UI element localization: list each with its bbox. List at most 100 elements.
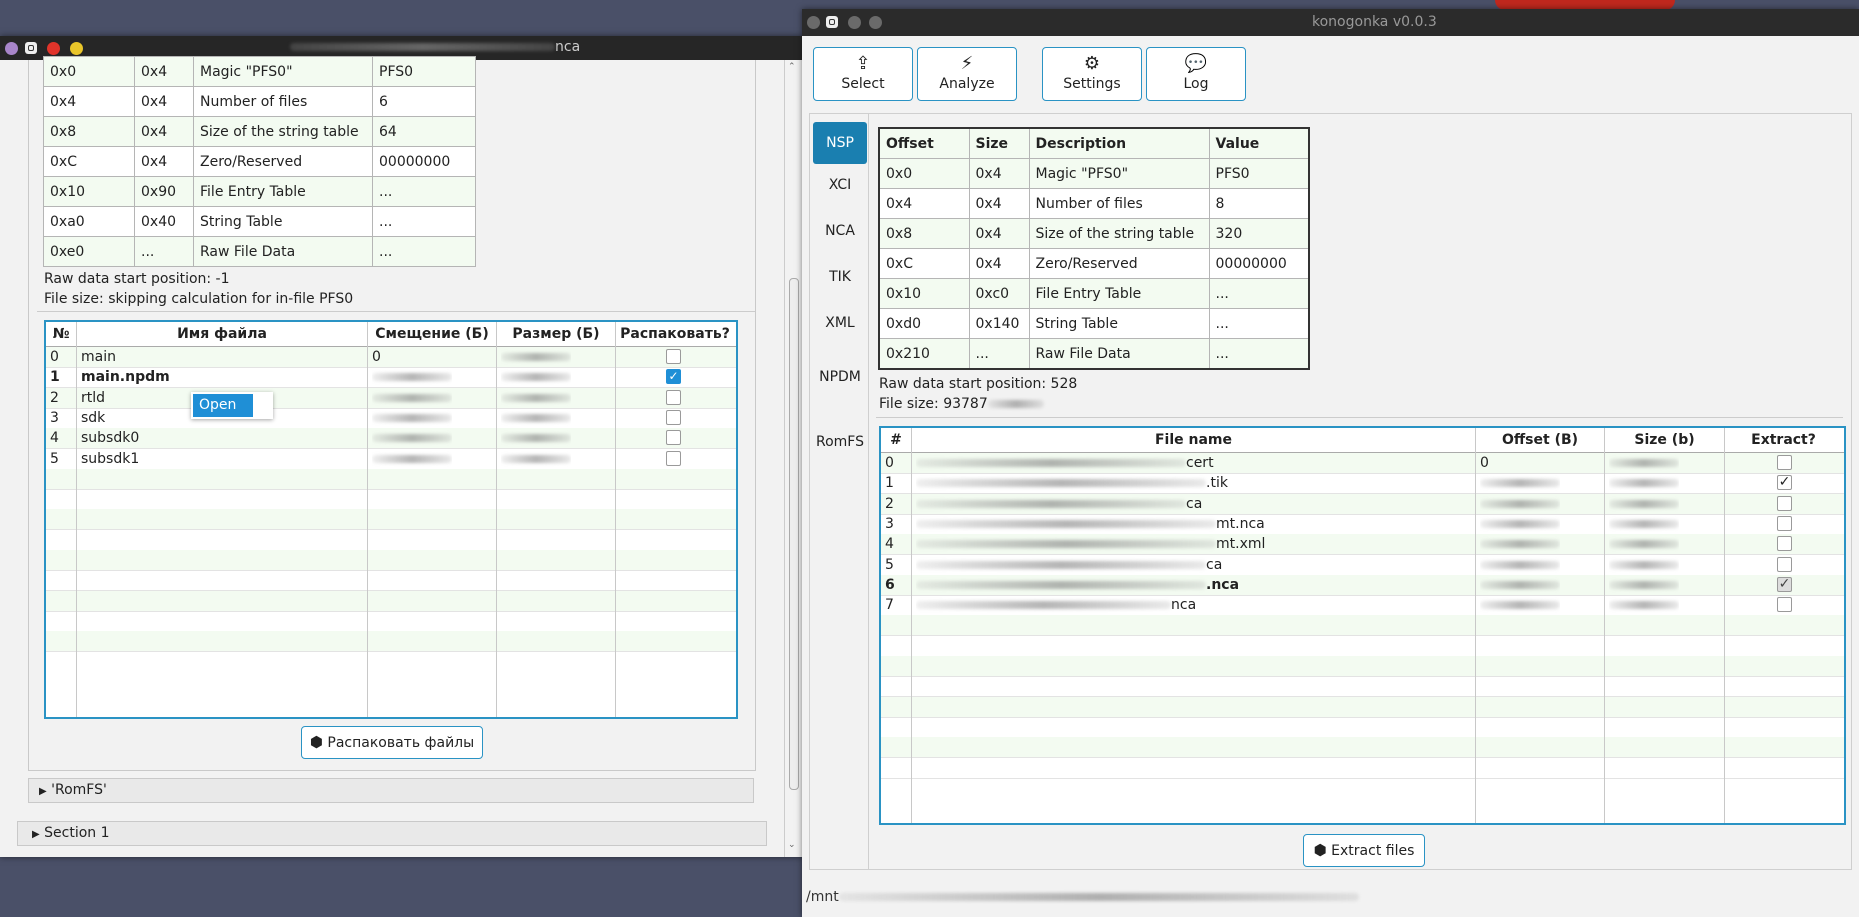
size-cell <box>1609 473 1679 493</box>
table-row[interactable]: 1 main.npdm ✓ <box>46 367 736 389</box>
col-size-header[interactable]: Размер (Б) <box>497 322 615 346</box>
row-number: 0 <box>885 455 894 471</box>
extract-checkbox[interactable] <box>1777 515 1792 531</box>
tab-nsp[interactable]: NSP <box>813 122 867 164</box>
value-cell: PFS0 <box>372 56 476 87</box>
table-row[interactable]: 3 mt.nca <box>881 514 1844 535</box>
inner-scrollbar[interactable]: ⌃ ⌄ <box>784 60 801 857</box>
size-cell: 0xc0 <box>968 278 1030 309</box>
table-row[interactable]: 4 mt.xml <box>881 534 1844 556</box>
table-row[interactable]: 5 subsdk1 <box>46 449 736 470</box>
extract-checkbox[interactable]: ✓ <box>1777 475 1792 491</box>
offset-cell: 0x10 <box>43 176 135 207</box>
left-file-table[interactable]: № Имя файла Смещение (Б) Размер (Б) Расп… <box>44 320 738 719</box>
close-dot[interactable] <box>47 42 60 55</box>
value-cell: ... <box>372 236 476 267</box>
extract-checkbox[interactable]: ✓ <box>1777 576 1792 592</box>
description-cell: Number of files <box>1028 188 1210 219</box>
col-size-header[interactable]: Size (b) <box>1605 428 1724 452</box>
tab-xml[interactable]: XML <box>813 315 867 331</box>
extract-checkbox[interactable] <box>1777 495 1792 511</box>
col-offset-header[interactable]: Offset (B) <box>1476 428 1604 452</box>
minimize-dot[interactable] <box>5 42 18 55</box>
header-table-row: 0x8 0x4 Size of the string table 320 <box>878 218 1310 249</box>
extract-checkbox[interactable] <box>666 389 681 405</box>
size-redacted <box>1609 540 1679 549</box>
description-cell: Raw File Data <box>193 236 373 267</box>
extract-checkbox[interactable] <box>1777 536 1792 552</box>
col-number-header[interactable]: # <box>881 428 911 452</box>
close-dot[interactable] <box>807 16 820 29</box>
context-menu-open[interactable]: Open <box>193 394 253 417</box>
size-cell <box>1609 575 1679 595</box>
right-file-table[interactable]: # File name Offset (B) Size (b) Extract?… <box>879 426 1846 825</box>
col-extract-header[interactable]: Extract? <box>1725 428 1842 452</box>
size-cell: 0x4 <box>134 56 194 87</box>
tab-xci[interactable]: XCI <box>813 177 867 193</box>
table-row[interactable]: 6 .nca ✓ <box>881 574 1844 596</box>
extract-checkbox[interactable] <box>1777 455 1792 470</box>
col-name-header[interactable]: Имя файла <box>77 322 367 346</box>
romfs-collapsed-section[interactable]: ▶ 'RomFS' <box>28 778 754 803</box>
settings-button[interactable]: ⚙ Settings <box>1042 47 1142 101</box>
extract-checkbox[interactable] <box>666 409 681 425</box>
extract-checkbox[interactable] <box>666 430 681 446</box>
table-row[interactable]: 5 ca <box>881 555 1844 576</box>
select-button[interactable]: ⇪ Select <box>813 47 913 101</box>
offset-cell <box>372 449 452 469</box>
extract-checkbox[interactable] <box>1777 597 1792 613</box>
offset-cell <box>372 428 452 448</box>
offset-cell: 0x0 <box>43 56 135 87</box>
table-row[interactable]: 1 .tik ✓ <box>881 473 1844 495</box>
toolbar: ⇪ Select ⚡ Analyze ⚙ Settings 💬 Log <box>813 47 1246 101</box>
app-icon <box>25 42 37 54</box>
maximize-dot[interactable] <box>869 16 882 29</box>
title-redacted <box>290 43 555 51</box>
extract-checkbox[interactable] <box>666 349 681 364</box>
col-number-header[interactable]: № <box>46 322 76 346</box>
offset-cell: 0x0 <box>878 158 970 189</box>
table-row <box>46 489 736 511</box>
offset-redacted <box>372 413 452 422</box>
offset-cell <box>1480 494 1560 514</box>
extract-checkbox[interactable] <box>1777 556 1792 572</box>
analyze-button[interactable]: ⚡ Analyze <box>917 47 1017 101</box>
table-row[interactable]: 4 subsdk0 <box>46 428 736 450</box>
table-row[interactable]: 7 nca <box>881 595 1844 617</box>
description-cell: Number of files <box>193 86 373 117</box>
table-row[interactable]: 0 main 0 <box>46 347 736 368</box>
table-row[interactable]: 2 ca <box>881 493 1844 515</box>
section1-collapsed[interactable]: ▶ Section 1 <box>17 821 767 846</box>
scroll-up-arrow[interactable]: ⌃ <box>788 62 796 72</box>
tab-nca[interactable]: NCA <box>813 223 867 239</box>
offset-cell <box>372 388 452 408</box>
scroll-thumb[interactable] <box>789 278 799 790</box>
header-table-row: 0x0 0x4 Magic "PFS0" PFS0 <box>878 158 1310 189</box>
right-extract-button[interactable]: ⬢ Extract files <box>1303 834 1425 867</box>
tab-romfs[interactable]: RomFS <box>813 434 867 450</box>
size-redacted <box>501 434 571 443</box>
table-row[interactable]: 0 cert 0 <box>881 453 1844 474</box>
maximize-dot[interactable] <box>70 42 83 55</box>
extract-checkbox[interactable] <box>666 450 681 466</box>
scroll-down-arrow[interactable]: ⌄ <box>788 840 796 850</box>
right-title: konogonka v0.0.3 <box>1312 14 1437 30</box>
col-extract-header[interactable]: Распаковать? <box>616 322 734 346</box>
left-extract-button[interactable]: ⬢ Распаковать файлы <box>301 726 483 759</box>
right-file-table-header: # File name Offset (B) Size (b) Extract? <box>881 428 1844 453</box>
size-cell: 0x4 <box>134 86 194 117</box>
col-filename-header[interactable]: File name <box>912 428 1475 452</box>
table-row[interactable]: 2 rtld <box>46 387 736 409</box>
col-offset-header[interactable]: Смещение (Б) <box>368 322 496 346</box>
table-row[interactable]: 3 sdk <box>46 408 736 429</box>
minimize-dot[interactable] <box>848 16 861 29</box>
file-name-redacted <box>916 540 1216 549</box>
tab-npdm[interactable]: NPDM <box>813 369 867 385</box>
offset-cell <box>1480 595 1560 615</box>
file-name-cell: sdk <box>81 409 106 426</box>
log-button[interactable]: 💬 Log <box>1146 47 1246 101</box>
box-icon: ⬢ <box>309 733 323 751</box>
tab-tik[interactable]: TIK <box>813 269 867 285</box>
table-row <box>881 717 1844 738</box>
extract-checkbox[interactable]: ✓ <box>666 369 681 385</box>
